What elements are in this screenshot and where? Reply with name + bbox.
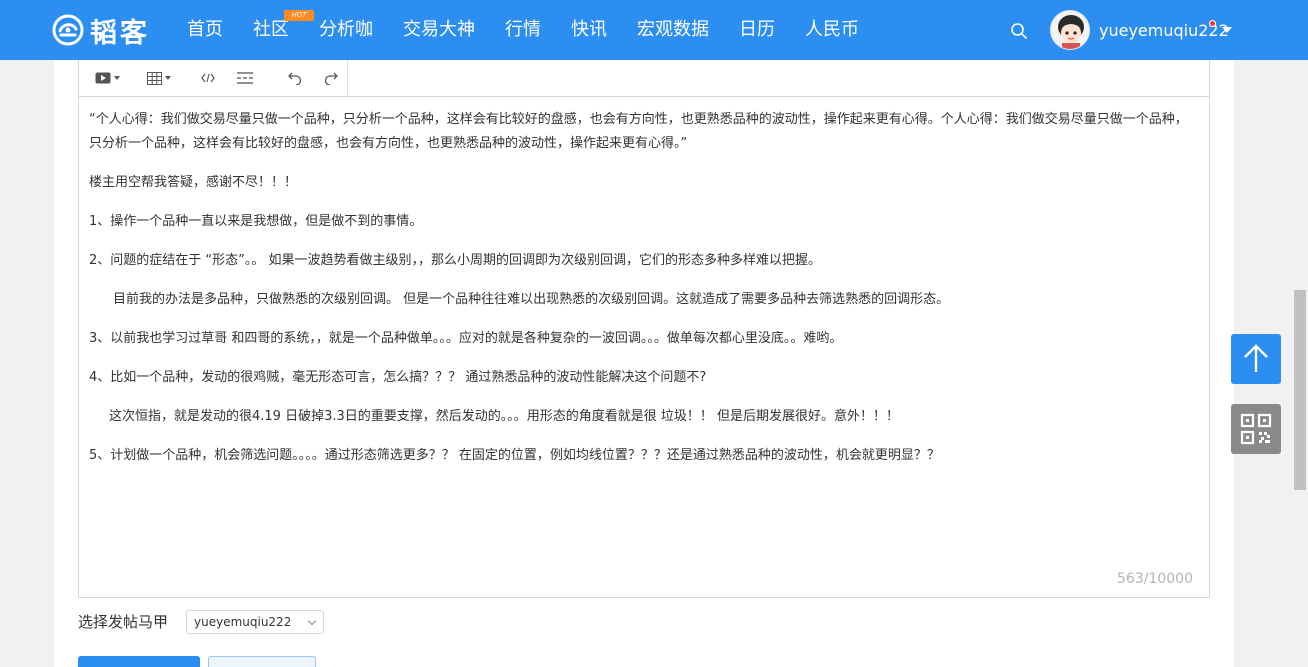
avatar-image [1051,11,1089,49]
nav-item-calendar[interactable]: 日历 [739,18,775,42]
divider-icon[interactable] [237,68,253,88]
nav-item-quotes[interactable]: 行情 [505,18,541,42]
paragraph-quote: “个人心得：我们做交易尽量只做一个品种，只分析一个品种，这样会有比较好的盘感，也… [89,112,1188,151]
chevron-down-icon [307,616,317,626]
paragraph-point-5: 5、计划做一个品种，机会筛选问题。。。。通过形态筛选更多？？ 在固定的位置，例如… [89,448,940,463]
search-icon[interactable] [1010,22,1028,40]
brand-logo[interactable]: 韬客 [52,12,150,49]
nav-item-analysts[interactable]: 分析咖 [319,18,373,42]
secondary-button[interactable] [208,656,316,667]
vest-select-label: 选择发帖马甲 [78,613,169,631]
paragraph-point-2: 2、问题的症结在于 “形态”。。 如果一波趋势看做主级别，，那么小周期的回调即为… [89,253,822,268]
char-counter: 563/10000 [1117,571,1193,587]
editor-toolbar [79,60,1209,97]
caret-down-icon[interactable] [1222,27,1232,33]
nav-item-macro-data[interactable]: 宏观数据 [637,18,709,42]
nav-item-news[interactable]: 快讯 [571,18,607,42]
redo-icon[interactable] [324,68,340,88]
nav-item-traders[interactable]: 交易大神 [403,18,475,42]
paragraph-point-2-detail: 目前我的办法是多品种，只做熟悉的次级别回调。 但是一个品种往往难以出现熟悉的次级… [113,292,950,307]
submit-button[interactable] [78,656,200,667]
arrow-up-icon [1244,344,1268,372]
paragraph-thanks: 楼主用空帮我答疑，感谢不尽！！！ [89,175,298,190]
undo-icon[interactable] [286,68,302,88]
post-editor: “个人心得：我们做交易尽量只做一个品种，只分析一个品种，这样会有比较好的盘感，也… [78,60,1210,598]
video-icon[interactable] [95,68,120,88]
vest-select[interactable]: yueyemuqiu222 [186,610,324,634]
qr-code-button[interactable] [1231,404,1281,454]
paragraph-point-4: 4、比如一个品种，发动的很鸡贼，毫无形态可言，怎么搞？？？ 通过熟悉品种的波动性… [89,370,707,385]
scrollbar-thumb[interactable] [1294,290,1306,490]
notification-dot [1209,20,1216,27]
top-nav-bar: 韬客 首页 社区 HOT 分析咖 交易大神 行情 快讯 宏观数据 日历 人民币 … [0,0,1308,60]
nav-item-home[interactable]: 首页 [187,18,223,42]
brand-name: 韬客 [90,17,150,49]
nav-item-community[interactable]: 社区 [253,18,289,42]
paragraph-point-3: 3、以前我也学习过草哥 和四哥的系统，，就是一个品种做单。。。应对的就是各种复杂… [89,331,843,346]
hot-badge: HOT [284,10,314,21]
nav-item-rmb[interactable]: 人民币 [805,18,859,42]
table-icon[interactable] [147,68,171,88]
logo-icon [52,14,84,46]
avatar[interactable] [1050,10,1090,50]
paragraph-point-4-detail: 这次恒指，就是发动的很4.19 日破掉3.3日的重要支撑，然后发动的。。。用形态… [109,409,900,424]
editor-content[interactable]: “个人心得：我们做交易尽量只做一个品种，只分析一个品种，这样会有比较好的盘感，也… [89,108,1199,483]
vest-select-value: yueyemuqiu222 [194,615,292,629]
paragraph-point-1: 1、操作一个品种一直以来是我想做，但是做不到的事情。 [89,214,423,229]
qr-code-icon [1240,413,1272,445]
back-to-top-button[interactable] [1231,334,1281,384]
toolbar-separator [347,60,348,96]
code-icon[interactable] [201,68,215,88]
